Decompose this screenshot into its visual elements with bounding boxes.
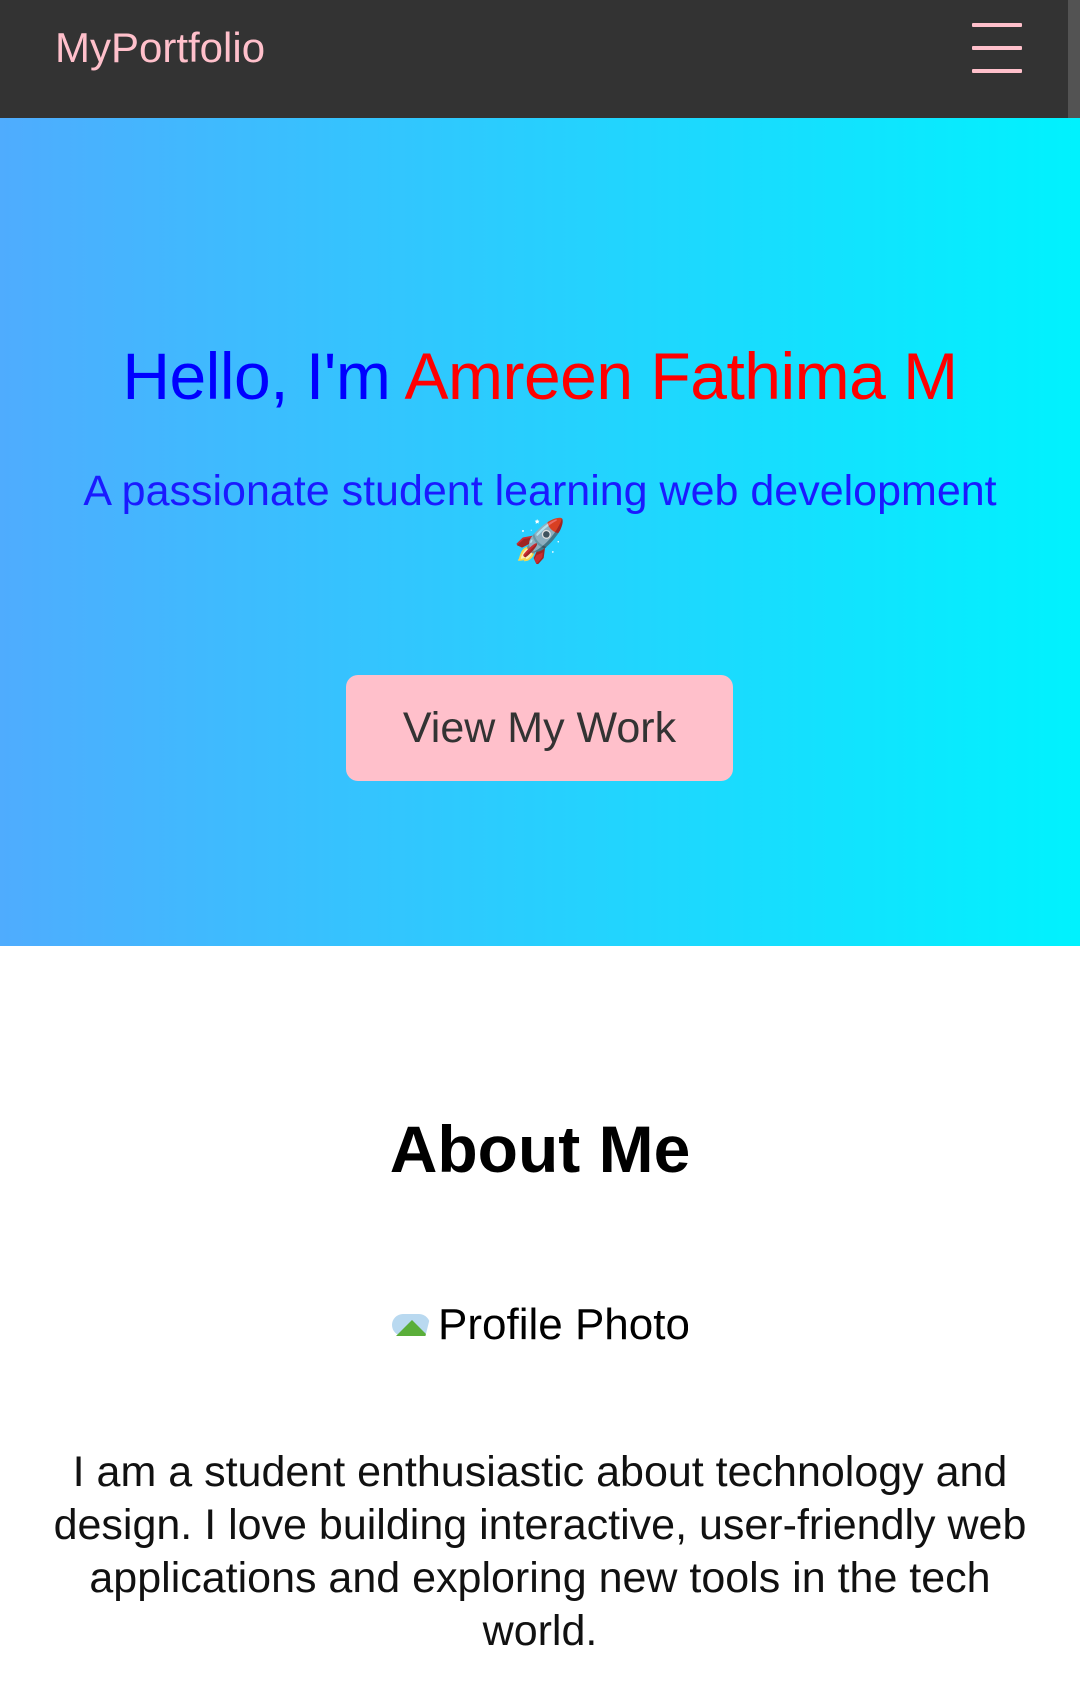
hamburger-menu-icon[interactable] [972, 23, 1022, 73]
menu-bar [972, 46, 1022, 50]
hero-subtitle-text: A passionate student learning web develo… [83, 467, 997, 515]
menu-bar [972, 69, 1022, 73]
scrollbar-track [1068, 0, 1080, 118]
profile-photo: Profile Photo [390, 1300, 688, 1350]
brand-logo[interactable]: MyPortfolio [55, 27, 265, 69]
profile-photo-alt-text: Profile Photo [438, 1300, 688, 1349]
navbar: MyPortfolio [0, 0, 1080, 118]
about-section: About Me Profile Photo I am a student en… [0, 946, 1080, 1688]
rocket-icon: 🚀 [513, 517, 567, 564]
about-description: I am a student enthusiastic about techno… [53, 1448, 1027, 1655]
hero-name: Amreen Fathima M [404, 339, 959, 413]
broken-image-icon [390, 1308, 436, 1343]
hero-greeting: Hello, I'm [122, 339, 405, 413]
view-my-work-button[interactable]: View My Work [346, 675, 733, 781]
menu-bar [972, 23, 1022, 27]
hero-subtitle: A passionate student learning web develo… [60, 466, 1020, 566]
about-title: About Me [389, 1112, 691, 1186]
hero-title: Hello, I'm Amreen Fathima M [0, 338, 1080, 414]
hero-section: Hello, I'm Amreen Fathima M A passionate… [0, 118, 1080, 946]
